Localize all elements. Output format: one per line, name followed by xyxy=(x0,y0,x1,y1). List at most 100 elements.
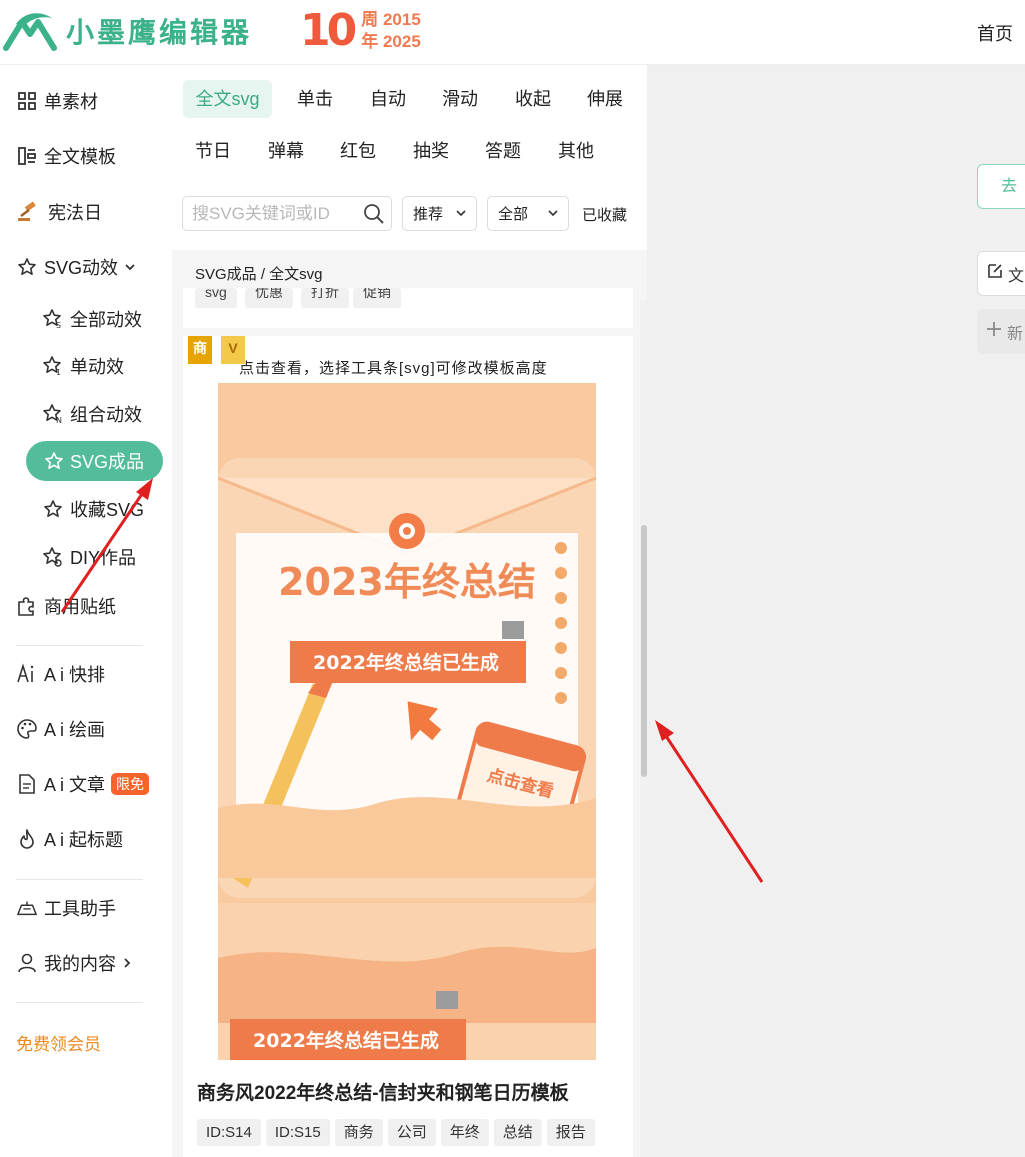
tab-holiday[interactable]: 节日 xyxy=(183,132,243,170)
sidebar-item-my-content[interactable]: 我的内容 xyxy=(16,948,132,978)
sidebar-item-label: A i 绘画 xyxy=(44,720,106,740)
sidebar-item-single-material[interactable]: 单素材 xyxy=(16,86,98,116)
tag-chip: 优惠 xyxy=(245,288,293,308)
anniversary-badge: 10 周 2015 年 2025 xyxy=(300,7,421,55)
document-icon xyxy=(16,773,38,795)
sidebar-item-single-effect[interactable]: 1 单动效 xyxy=(42,351,124,381)
tag-chip[interactable]: 年终 xyxy=(440,1119,489,1146)
logo[interactable]: 小墨鹰编辑器 xyxy=(2,10,252,52)
new-button[interactable]: 新 xyxy=(977,309,1025,354)
free-membership-link[interactable]: 免费领会员 xyxy=(16,1030,101,1055)
search-box xyxy=(182,196,392,231)
sidebar-item-tools[interactable]: 工具助手 xyxy=(16,893,116,923)
sidebar-item-combo-effect[interactable]: N 组合动效 xyxy=(42,399,142,429)
sidebar: 单素材 全文模板 宪法日 SVG动效 S 全部动效 1 单动效 N 组合动效 S… xyxy=(0,65,172,1157)
palette-icon xyxy=(16,718,38,740)
puzzle-icon xyxy=(16,595,38,617)
sidebar-item-label: A i 起标题 xyxy=(44,830,124,850)
previous-card[interactable]: svg 优惠 打折 促销 xyxy=(183,288,633,328)
new-button-label: 新 xyxy=(1007,325,1024,343)
tab-barrage[interactable]: 弹幕 xyxy=(256,132,316,170)
editor-canvas-area xyxy=(647,65,1025,1157)
chevron-right-icon xyxy=(122,953,132,974)
sidebar-item-label: 单素材 xyxy=(44,92,98,112)
document-button-label: 文 xyxy=(1008,267,1025,285)
card-title[interactable]: 商务风2022年终总结-信封夹和钢笔日历模板 xyxy=(197,1078,569,1105)
filter-select[interactable]: 全部 xyxy=(487,196,569,231)
star-gear-icon xyxy=(42,546,64,568)
svg-text:N: N xyxy=(56,416,62,425)
favorites-filter[interactable]: 已收藏 xyxy=(582,204,627,225)
template-preview-image: 2023年终总结 2022年终总结已生成 点击查看 2022年终总结已生成 xyxy=(218,383,596,1060)
sidebar-item-commercial-stickers[interactable]: 商用贴纸 xyxy=(16,591,116,621)
tab-full-svg[interactable]: 全文svg xyxy=(183,80,272,118)
sidebar-item-favorite-svg[interactable]: 收藏SVG xyxy=(42,494,144,524)
tag-chip[interactable]: 公司 xyxy=(387,1119,436,1146)
star-icon xyxy=(44,450,66,472)
sidebar-item-constitution-day[interactable]: 宪法日 xyxy=(16,197,102,227)
svg-text:S: S xyxy=(56,321,61,330)
tab-collapse[interactable]: 收起 xyxy=(503,80,563,118)
grid-icon xyxy=(16,90,38,112)
logo-text: 小墨鹰编辑器 xyxy=(66,16,253,49)
sort-select-value: 推荐 xyxy=(413,206,444,223)
ai-icon xyxy=(16,663,38,685)
sidebar-item-full-template[interactable]: 全文模板 xyxy=(16,141,116,171)
sort-select[interactable]: 推荐 xyxy=(402,196,477,231)
sidebar-item-label: 我的内容 xyxy=(44,954,116,974)
commercial-badge: 商 xyxy=(188,336,212,364)
tag-chip[interactable]: ID:S14 xyxy=(197,1119,261,1146)
tag-chip[interactable]: 商务 xyxy=(334,1119,383,1146)
tab-other[interactable]: 其他 xyxy=(546,132,606,170)
plus-icon xyxy=(985,320,1003,343)
sidebar-item-svg-products[interactable]: SVG成品 xyxy=(26,441,163,481)
sidebar-item-label: 收藏SVG xyxy=(70,500,145,520)
star-icon xyxy=(42,498,64,520)
tag-chip[interactable]: ID:S15 xyxy=(265,1119,330,1146)
tab-slide[interactable]: 滑动 xyxy=(430,80,490,118)
tab-quiz[interactable]: 答题 xyxy=(473,132,533,170)
tag-chip[interactable]: 报告 xyxy=(546,1119,595,1146)
tab-lottery[interactable]: 抽奖 xyxy=(401,132,461,170)
tab-red-packet[interactable]: 红包 xyxy=(328,132,388,170)
filter-select-value: 全部 xyxy=(498,206,529,223)
sidebar-item-label: A i 快排 xyxy=(44,665,106,685)
go-button[interactable]: 去 xyxy=(977,164,1025,209)
breadcrumb: SVG成品 / 全文svg xyxy=(195,266,323,283)
sidebar-item-label: SVG成品 xyxy=(70,452,145,472)
tab-click[interactable]: 单击 xyxy=(285,80,345,118)
sidebar-divider xyxy=(16,1002,143,1003)
sidebar-item-label: 商用贴纸 xyxy=(44,597,116,617)
material-panel: 全文svg 单击 自动 滑动 收起 伸展 节日 弹幕 红包 抽奖 答题 其他 推… xyxy=(172,65,647,1157)
star-n-icon: N xyxy=(42,403,64,425)
sidebar-item-ai-layout[interactable]: A i 快排 xyxy=(16,659,105,689)
nav-home-link[interactable]: 首页 xyxy=(977,20,1013,46)
search-input[interactable] xyxy=(183,197,353,230)
edit-icon xyxy=(986,262,1004,285)
template-card[interactable]: 商 V 点击查看，选择工具条[svg]可修改模板高度 2023年终总结 2022… xyxy=(183,336,633,1157)
tab-expand[interactable]: 伸展 xyxy=(575,80,635,118)
svg-text:1: 1 xyxy=(56,368,61,377)
sidebar-item-svg-effects[interactable]: SVG动效 xyxy=(16,252,136,282)
sidebar-divider xyxy=(16,879,143,880)
sidebar-item-ai-painting[interactable]: A i 绘画 xyxy=(16,714,105,744)
tab-auto[interactable]: 自动 xyxy=(358,80,418,118)
search-icon[interactable] xyxy=(363,203,385,230)
sidebar-item-ai-headline[interactable]: A i 起标题 xyxy=(16,824,123,854)
sidebar-item-diy-works[interactable]: DIY作品 xyxy=(42,542,136,572)
sidebar-item-ai-article[interactable]: A i 文章 限免 xyxy=(16,769,150,799)
preview-title: 2023年终总结 xyxy=(278,560,536,604)
document-button[interactable]: 文 xyxy=(977,251,1025,296)
template-preview[interactable]: 2023年终总结 2022年终总结已生成 点击查看 2022年终总结已生成 xyxy=(218,383,596,1060)
tag-chip[interactable]: 总结 xyxy=(493,1119,542,1146)
sidebar-divider xyxy=(16,645,143,646)
sidebar-item-label: 单动效 xyxy=(70,357,124,377)
chevron-down-icon xyxy=(124,257,136,278)
sidebar-item-all-effects[interactable]: S 全部动效 xyxy=(42,304,142,334)
top-header: 小墨鹰编辑器 10 周 2015 年 2025 首页 xyxy=(0,0,1025,65)
user-icon xyxy=(16,952,38,974)
star-s-icon: S xyxy=(42,308,64,330)
flame-icon xyxy=(16,828,38,850)
tag-chip: svg xyxy=(195,288,237,308)
preview-banner-bottom: 2022年终总结已生成 xyxy=(253,1029,439,1052)
